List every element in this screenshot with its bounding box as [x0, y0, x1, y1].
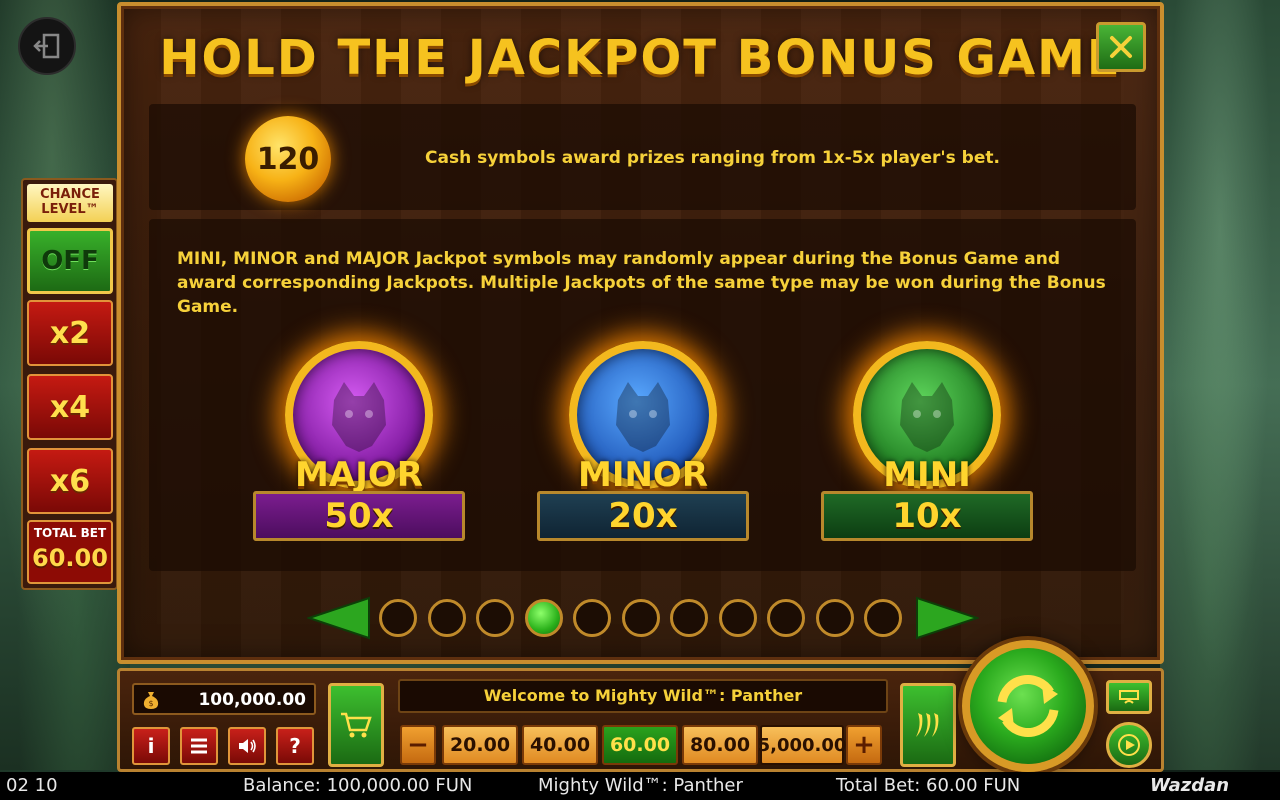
help-button[interactable]: ? — [276, 727, 314, 765]
wazdan-logo: Wazdan — [1150, 775, 1230, 796]
message-box: Welcome to Mighty Wild™: Panther — [398, 679, 888, 713]
next-page-arrow[interactable] — [915, 596, 979, 640]
svg-text:$: $ — [148, 699, 153, 708]
previous-page-arrow[interactable] — [307, 596, 371, 640]
jungle-background-right — [1160, 0, 1280, 770]
cash-symbol-section: 120 Cash symbols award prizes ranging fr… — [149, 104, 1136, 210]
page-indicator — [307, 594, 979, 642]
jackpot-mini: MINI 10x — [821, 341, 1033, 541]
panel-title: HOLD THE JACKPOT BONUS GAME — [159, 30, 1122, 86]
page-dot[interactable] — [573, 599, 611, 637]
help-icon: ? — [289, 734, 301, 758]
cash-coin-symbol: 120 — [245, 116, 331, 202]
buy-feature-button[interactable] — [328, 683, 384, 767]
balance-display: $ 100,000.00 — [132, 683, 316, 715]
close-button[interactable] — [1096, 22, 1146, 72]
spin-button[interactable] — [962, 640, 1094, 772]
page-dot-active[interactable] — [524, 599, 563, 637]
exit-button[interactable] — [18, 17, 76, 75]
clock: 02 10 — [6, 775, 58, 796]
info-icon: i — [147, 734, 155, 758]
panther-icon — [900, 382, 954, 452]
jackpot-major: MAJOR 50x — [253, 341, 465, 541]
exit-icon — [33, 33, 60, 59]
money-bag-icon: $ — [143, 692, 159, 709]
spin-arrows-icon — [997, 675, 1059, 737]
autoplay-settings-button[interactable] — [1106, 680, 1152, 714]
autoplay-button[interactable] — [1106, 722, 1152, 768]
page-dot[interactable] — [767, 599, 805, 637]
close-icon — [1110, 36, 1132, 58]
jackpot-multiplier: 10x — [821, 491, 1033, 541]
balance-value: 100,000.00 — [198, 690, 306, 710]
jackpot-multiplier: 20x — [537, 491, 749, 541]
page-dot[interactable] — [621, 599, 660, 637]
total-bet-label: TOTAL BET — [33, 526, 107, 540]
status-bar: 02 10 Balance: 100,000.00 FUN Mighty Wil… — [0, 772, 1280, 800]
chance-off-button[interactable]: OFF — [27, 228, 113, 294]
bet-increase-button[interactable]: + — [846, 725, 882, 765]
turbo-button[interactable] — [900, 683, 956, 767]
cash-description: Cash symbols award prizes ranging from 1… — [425, 148, 1000, 168]
jackpot-name: MAJOR — [295, 455, 423, 495]
chance-x6-button[interactable]: x6 — [27, 448, 113, 514]
speaker-icon — [239, 739, 256, 753]
page-dot[interactable] — [864, 599, 902, 637]
page-dot[interactable] — [427, 599, 466, 637]
paytable-panel: HOLD THE JACKPOT BONUS GAME 120 Cash sym… — [117, 2, 1164, 664]
play-icon — [1118, 734, 1140, 756]
bet-decrease-button[interactable]: − — [400, 725, 436, 765]
status-total-bet: Total Bet: 60.00 FUN — [836, 775, 1021, 796]
page-dot[interactable] — [670, 599, 708, 637]
game-title: Mighty Wild™: Panther — [538, 775, 743, 796]
sound-button[interactable] — [228, 727, 266, 765]
bet-option[interactable]: 20.00 — [442, 725, 518, 765]
bet-option[interactable]: 5,000.00 — [758, 725, 846, 765]
panther-icon — [616, 382, 670, 452]
chance-level-title: CHANCE LEVEL™ — [27, 184, 113, 222]
chance-level-panel: CHANCE LEVEL™ OFF x2 x4 x6 TOTAL BET 60.… — [21, 178, 118, 590]
jackpot-section: MINI, MINOR and MAJOR Jackpot symbols ma… — [149, 219, 1136, 571]
total-bet-box: TOTAL BET 60.00 — [27, 520, 113, 584]
chance-x2-button[interactable]: x2 — [27, 300, 113, 366]
page-dot[interactable] — [476, 599, 514, 637]
bet-option-selected[interactable]: 60.00 — [602, 725, 678, 765]
jackpot-multiplier: 50x — [253, 491, 465, 541]
bet-option[interactable]: 40.00 — [522, 725, 598, 765]
status-balance: Balance: 100,000.00 FUN — [243, 775, 473, 796]
jackpot-name: MINOR — [577, 455, 709, 495]
bet-selector: − 20.00 40.00 60.00 80.00 5,000.00 + — [398, 721, 888, 769]
page-dot[interactable] — [379, 599, 417, 637]
jackpot-minor: MINOR 20x — [537, 341, 749, 541]
info-button[interactable]: i — [132, 727, 170, 765]
bet-option[interactable]: 80.00 — [682, 725, 758, 765]
chili-peppers-icon — [916, 713, 939, 737]
menu-button[interactable] — [180, 727, 218, 765]
cart-icon — [341, 712, 372, 738]
jackpot-description: MINI, MINOR and MAJOR Jackpot symbols ma… — [177, 249, 1106, 317]
chance-x4-button[interactable]: x4 — [27, 374, 113, 440]
menu-icon — [191, 738, 207, 754]
page-dot[interactable] — [815, 599, 854, 637]
jackpot-name: MINI — [883, 455, 971, 495]
page-dot[interactable] — [718, 599, 757, 637]
total-bet-value: 60.00 — [32, 544, 108, 572]
settings-icon — [1119, 690, 1139, 704]
panther-icon — [332, 382, 386, 452]
